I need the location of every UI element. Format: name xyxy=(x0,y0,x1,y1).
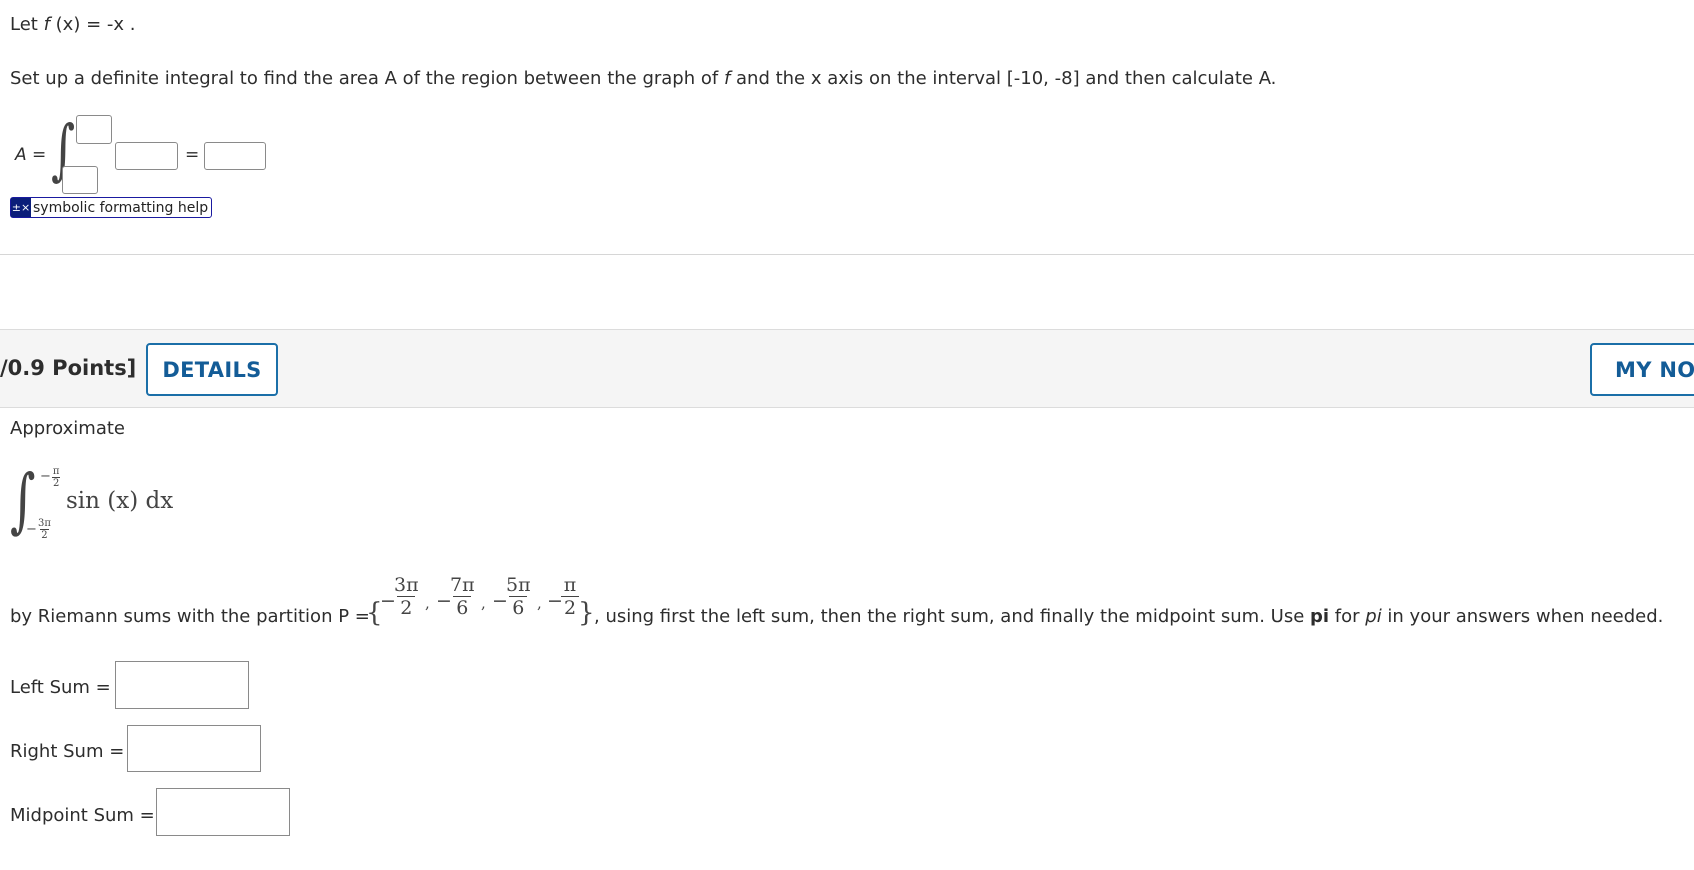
details-button[interactable]: DETAILS xyxy=(146,343,278,396)
partition-3-num: 5π xyxy=(506,574,531,596)
integrand: sin (x) dx xyxy=(66,488,174,514)
suffix-b: for xyxy=(1329,606,1366,627)
partition-4-num: π xyxy=(563,574,577,596)
lower-num: 3π xyxy=(38,518,51,529)
instruction-start: Set up a definite integral to find the a… xyxy=(10,68,724,89)
suffix-c: in your answers when needed. xyxy=(1381,606,1664,627)
my-notes-button[interactable]: MY NOT xyxy=(1590,343,1694,396)
suffix-a: , using first the left sum, then the rig… xyxy=(594,606,1310,627)
riemann-prefix: by Riemann sums with the partition P = xyxy=(10,606,370,627)
partition-2-num: 7π xyxy=(450,574,475,596)
partition-2-fraction: 7π 6 xyxy=(450,574,475,619)
question-divider xyxy=(0,254,1694,255)
help-label: symbolic formatting help xyxy=(33,199,209,216)
lower-den: 2 xyxy=(40,529,49,541)
left-sum-input[interactable] xyxy=(115,661,249,709)
pi-bold: pi xyxy=(1310,606,1330,627)
upper-limit-sign: − xyxy=(40,469,51,484)
right-sum-input[interactable] xyxy=(127,725,261,772)
approximate-label: Approximate xyxy=(10,418,125,439)
midpoint-sum-input[interactable] xyxy=(156,788,290,836)
function-rest: (x) = -x . xyxy=(49,14,136,35)
upper-limit-input[interactable] xyxy=(76,115,112,144)
left-sum-label: Left Sum = xyxy=(10,677,111,698)
partition-4-den: 2 xyxy=(561,596,580,619)
upper-limit-fraction: π 2 xyxy=(52,466,61,489)
partition-comma-3: , xyxy=(537,594,542,612)
instruction-end: and the x axis on the interval [-10, -8]… xyxy=(730,68,1277,89)
right-sum-label: Right Sum = xyxy=(10,741,125,762)
partition-1-fraction: 3π 2 xyxy=(394,574,419,619)
question-instruction: Set up a definite integral to find the a… xyxy=(10,68,1276,89)
lower-limit-sign: − xyxy=(26,522,37,537)
partition-comma-1: , xyxy=(425,594,430,612)
lower-limit-input[interactable] xyxy=(62,166,98,194)
plus-minus-times-icon: ±× xyxy=(11,198,31,217)
pi-italic: pi xyxy=(1365,606,1382,627)
equals-sign: = xyxy=(185,145,200,165)
a-label: A = xyxy=(15,145,47,165)
partition-1-den: 2 xyxy=(397,596,416,619)
points-label: /0.9 Points] xyxy=(0,356,137,380)
upper-num: π xyxy=(52,466,60,477)
let-text: Let xyxy=(10,14,44,35)
partition-1-num: 3π xyxy=(394,574,419,596)
integrand-input[interactable] xyxy=(115,142,178,170)
close-brace: } xyxy=(578,598,595,628)
partition-3-den: 6 xyxy=(509,596,528,619)
upper-den: 2 xyxy=(52,477,61,489)
function-definition: Let f (x) = -x . xyxy=(10,14,135,35)
partition-comma-2: , xyxy=(481,594,486,612)
area-answer-input[interactable] xyxy=(204,142,266,170)
partition-2-den: 6 xyxy=(453,596,472,619)
partition-4-fraction: π 2 xyxy=(561,574,580,619)
symbolic-formatting-help-button[interactable]: ±× symbolic formatting help xyxy=(10,197,213,218)
midpoint-sum-label: Midpoint Sum = xyxy=(10,805,155,826)
lower-limit-fraction: 3π 2 xyxy=(38,518,51,541)
riemann-suffix: , using first the left sum, then the rig… xyxy=(594,606,1663,627)
partition-3-fraction: 5π 6 xyxy=(506,574,531,619)
